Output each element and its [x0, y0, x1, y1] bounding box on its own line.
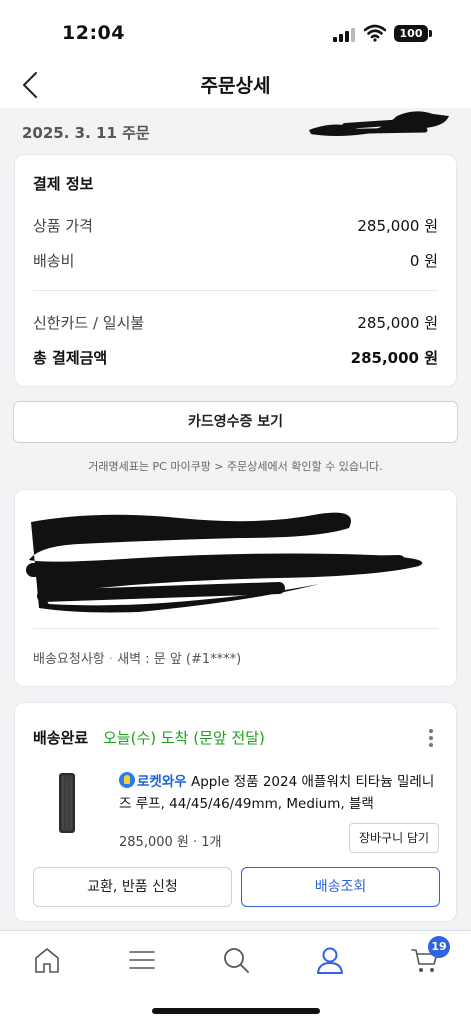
- status-time: 12:04: [62, 22, 125, 44]
- total-label: 총 결제금액: [33, 349, 108, 367]
- cart-count-badge: 19: [428, 936, 450, 958]
- total-value: 285,000 원: [350, 349, 438, 367]
- signal-icon: [333, 28, 355, 42]
- more-options-icon[interactable]: [428, 727, 434, 749]
- redaction-scribble: [309, 111, 449, 136]
- home-indicator: [152, 1008, 320, 1014]
- delivery-card: 배송완료 오늘(수) 도착 (문앞 전달) 로켓와우 Apple 정품 2024…: [14, 702, 457, 922]
- product-price-value: 285,000 원: [357, 217, 438, 235]
- divider: [33, 290, 438, 291]
- card-payment-row: 신한카드 / 일시불 285,000 원: [33, 312, 438, 334]
- delivery-request-value: 새벽 : 문 앞 (#1****): [117, 652, 242, 667]
- status-bar: 12:04 100: [0, 0, 471, 62]
- menu-icon[interactable]: [127, 945, 157, 975]
- shipping-label: 배송비: [33, 252, 75, 270]
- card-payment-value: 285,000 원: [357, 314, 438, 332]
- order-date: 2025. 3. 11 주문: [22, 124, 150, 142]
- total-row: 총 결제금액 285,000 원: [33, 347, 438, 369]
- delivery-request-label: 배송요청사항: [33, 652, 105, 667]
- product-price-qty: 285,000 원 · 1개: [119, 835, 222, 850]
- top-navbar: 주문상세: [0, 62, 471, 108]
- card-payment-label: 신한카드 / 일시불: [33, 314, 145, 332]
- battery-icon: 100: [394, 25, 432, 42]
- rocket-wow-badge: 로켓와우: [137, 774, 187, 790]
- exchange-return-button[interactable]: 교환, 반품 신청: [33, 867, 232, 907]
- shipping-row: 배송비 0 원: [33, 250, 438, 272]
- page-title: 주문상세: [200, 75, 271, 97]
- wifi-icon: [364, 24, 386, 42]
- address-card: 배송요청사항 · 새벽 : 문 앞 (#1****): [14, 489, 457, 687]
- product-price-label: 상품 가격: [33, 217, 93, 235]
- separator: ·: [108, 652, 114, 667]
- redacted-address-scribble: [26, 512, 423, 613]
- rocket-icon: [119, 772, 135, 788]
- product-title[interactable]: 로켓와우 Apple 정품 2024 애플워치 티타늄 밀레니즈 루프, 44/…: [119, 771, 445, 815]
- delivery-request: 배송요청사항 · 새벽 : 문 앞 (#1****): [33, 648, 241, 667]
- receipt-note: 거래명세표는 PC 마이쿠팡 > 주문상세에서 확인할 수 있습니다.: [88, 460, 383, 473]
- shipping-value: 0 원: [409, 252, 438, 270]
- card-receipt-button[interactable]: 카드영수증 보기: [13, 401, 458, 443]
- delivery-status: 배송완료: [33, 729, 89, 747]
- product-thumbnail[interactable]: [35, 771, 99, 835]
- user-icon[interactable]: [315, 945, 345, 975]
- divider: [33, 628, 438, 629]
- payment-info-card: 결제 정보 상품 가격 285,000 원 배송비 0 원 신한카드 / 일시불…: [14, 154, 457, 387]
- product-price-row: 상품 가격 285,000 원: [33, 215, 438, 237]
- search-icon[interactable]: [221, 945, 251, 975]
- delivery-eta: 오늘(수) 도착 (문앞 전달): [103, 729, 265, 747]
- tracking-button[interactable]: 배송조회: [241, 867, 440, 907]
- home-icon[interactable]: [32, 945, 62, 975]
- add-to-cart-button[interactable]: 장바구니 담기: [349, 823, 439, 853]
- payment-title: 결제 정보: [33, 175, 94, 193]
